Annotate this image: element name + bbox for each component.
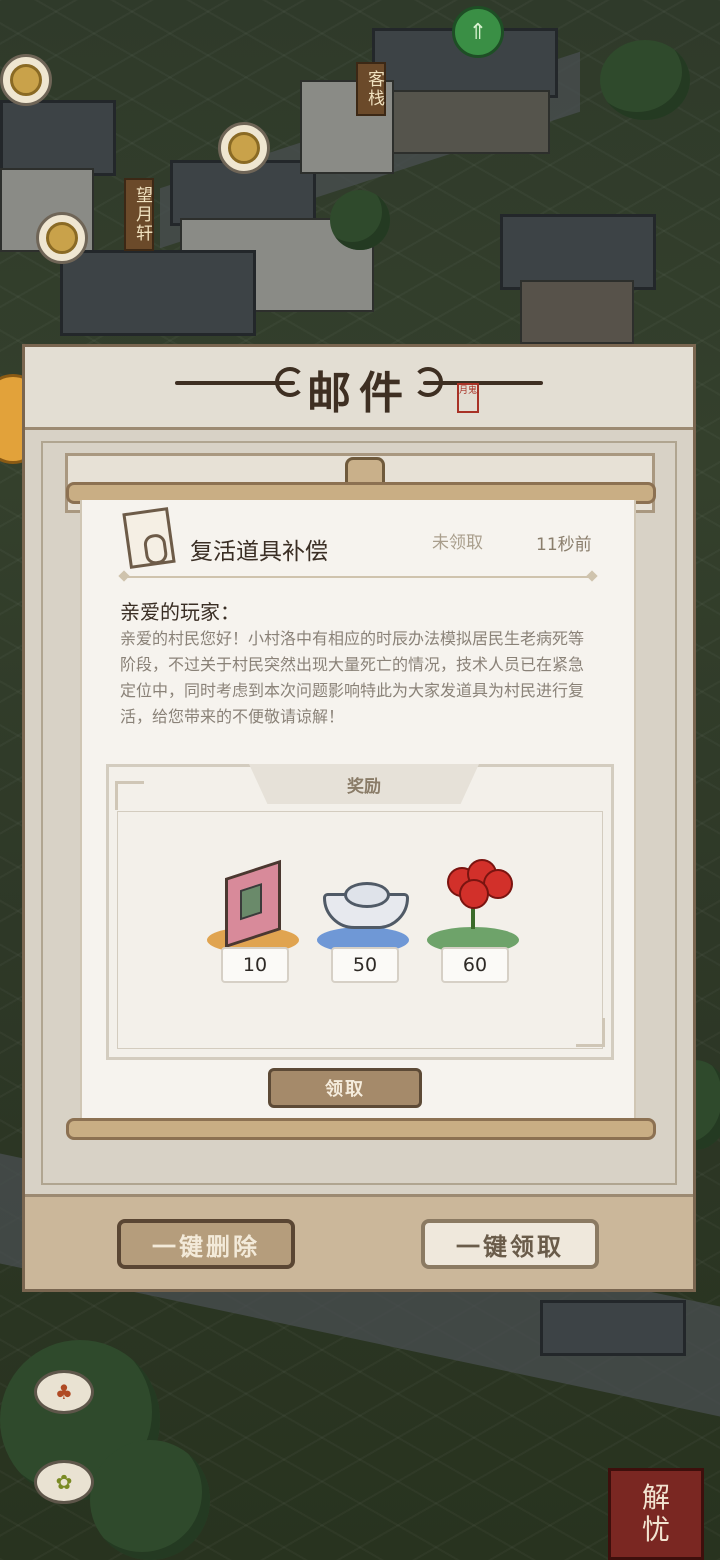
claim-button[interactable]: 领取	[268, 1068, 422, 1108]
inn-wall	[386, 90, 550, 154]
reward-count: 10	[221, 947, 289, 983]
reward-item[interactable]: 10	[203, 859, 303, 987]
reward-item[interactable]: 50	[313, 869, 413, 987]
mail-greeting: 亲爱的玩家：	[120, 600, 240, 624]
scroll-rod-bottom	[66, 1118, 656, 1140]
mail-body: 亲爱的村民您好！小村洛中有相应的时辰办法模拟居民生老病死等阶段，不过关于村民突然…	[120, 629, 585, 726]
wangyuexuan-sign[interactable]: 望月轩	[124, 178, 154, 251]
seal-stamp: 月鬼	[457, 383, 479, 413]
mail-status: 未领取	[432, 533, 483, 553]
delete-all-button[interactable]: 一键删除	[117, 1219, 295, 1269]
coin-bubble-icon[interactable]	[0, 54, 52, 106]
inn-sign[interactable]: 客栈	[356, 62, 386, 116]
mail-panel-footer: 一键删除 一键领取	[25, 1194, 693, 1289]
reward-item[interactable]: 60	[423, 859, 523, 987]
reward-count: 60	[441, 947, 509, 983]
mail-paperclip-icon	[122, 507, 176, 569]
claim-all-button[interactable]: 一键领取	[421, 1219, 599, 1269]
mail-detail-card: 复活道具补偿 未领取 11秒前 亲爱的玩家： 亲爱的村民您好！小村洛中有相应的时…	[80, 500, 636, 1120]
resource-bubble-icon[interactable]: ✿	[34, 1460, 94, 1504]
mail-title: 复活道具补偿	[190, 539, 328, 565]
coin-bubble-icon[interactable]	[218, 122, 270, 174]
resource-bubble-icon[interactable]: ♣	[34, 1370, 94, 1414]
reward-box: 奖励 10 50 60	[106, 764, 614, 1060]
title-ornament-right	[423, 381, 543, 385]
mail-time: 11秒前	[536, 535, 592, 555]
upgrade-arrow-icon[interactable]: ⇑	[452, 6, 504, 58]
jieyou-button[interactable]: 解 忧	[608, 1468, 704, 1560]
mail-panel-header: 邮件 月鬼	[25, 347, 693, 430]
reward-count: 50	[331, 947, 399, 983]
reward-header: 奖励	[249, 764, 479, 804]
coin-bubble-icon[interactable]	[36, 212, 88, 264]
mail-panel-title: 邮件	[307, 368, 411, 419]
divider	[124, 576, 592, 578]
red-spider-lily-icon	[437, 859, 513, 929]
silver-ingot-icon	[323, 882, 409, 929]
